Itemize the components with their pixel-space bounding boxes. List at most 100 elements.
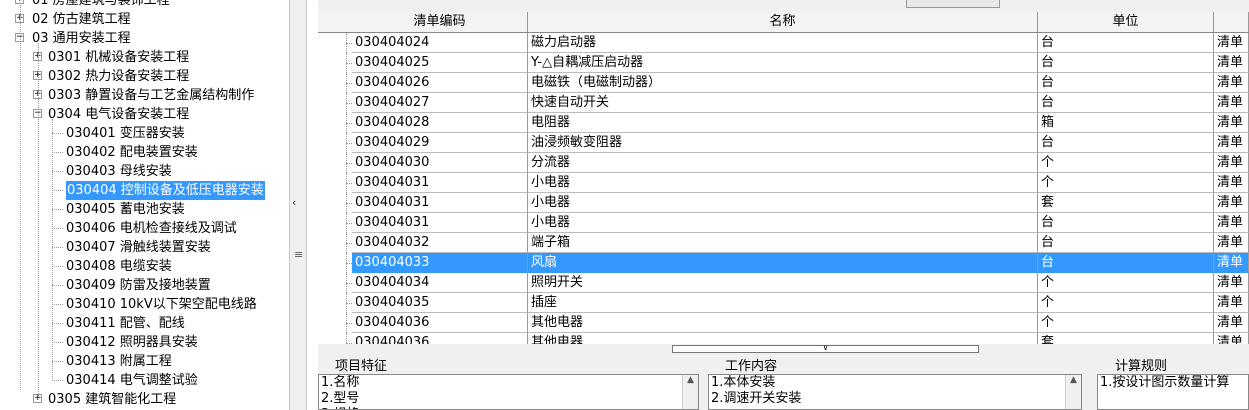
features-title: 项目特征: [335, 359, 388, 374]
tree-node[interactable]: +0305 建筑智能化工程: [0, 390, 289, 409]
tree-node[interactable]: +0303 静置设备与工艺金属结构制作: [0, 86, 289, 105]
tree-connector: [52, 228, 63, 229]
cell-name: 照明开关: [528, 273, 1038, 293]
tree-guide: [52, 119, 53, 381]
panel-toggle[interactable]: ∨: [672, 344, 979, 353]
grip-icon[interactable]: ≡: [294, 248, 303, 261]
cell-unit: 个: [1038, 173, 1214, 193]
cell-unit: 个: [1038, 313, 1214, 333]
row-connector: [318, 113, 352, 133]
table-row[interactable]: 030404035 插座个清单: [318, 293, 1249, 313]
tree-connector: [52, 323, 63, 324]
collapse-left-icon[interactable]: ‹: [292, 196, 296, 209]
table-row[interactable]: 030404031 小电器台清单: [318, 213, 1249, 233]
cell-code: 030404029: [352, 133, 528, 153]
cell-code: 030404036: [352, 313, 528, 333]
cell-name: 小电器: [528, 213, 1038, 233]
header-name[interactable]: 名称: [528, 12, 1038, 32]
table-row[interactable]: 030404034 照明开关个清单: [318, 273, 1249, 293]
scroll-up-icon[interactable]: ▲: [687, 375, 694, 385]
features-scrollbar[interactable]: ▲: [682, 375, 698, 409]
tree-node[interactable]: 030407 滑触线装置安装: [0, 238, 289, 257]
tree-node[interactable]: +0301 机械设备安装工程: [0, 48, 289, 67]
table-row[interactable]: 030404027 快速自动开关台清单: [318, 93, 1249, 113]
table-row[interactable]: 030404028 电阻器箱清单: [318, 113, 1249, 133]
tree-connector: [52, 304, 63, 305]
tree-node[interactable]: 030403 母线安装: [0, 162, 289, 181]
row-connector: [318, 173, 352, 193]
tree-node[interactable]: −0304 电气设备安装工程: [0, 105, 289, 124]
cell-type: 清单: [1214, 113, 1249, 133]
header-unit[interactable]: 单位: [1038, 12, 1214, 32]
work-title: 工作内容: [725, 359, 778, 374]
table-row[interactable]: 030404024 磁力启动器台清单: [318, 33, 1249, 53]
tree-node-label: 030404 控制设备及低压电器安装: [66, 181, 265, 200]
tree-node[interactable]: 030404 控制设备及低压电器安装: [0, 181, 289, 200]
cell-type: 清单: [1214, 213, 1249, 233]
table-row[interactable]: 030404031 小电器个清单: [318, 173, 1249, 193]
cell-code: 030404028: [352, 113, 528, 133]
cell-unit: 台: [1038, 253, 1214, 273]
work-box[interactable]: 1.本体安装 2.调速开关安装 ▲: [708, 374, 1082, 410]
panel-line: 2.调速开关安装: [711, 391, 802, 406]
table-row[interactable]: 030404030 分流器个清单: [318, 153, 1249, 173]
expand-icon[interactable]: +: [15, 0, 24, 4]
cell-type: 清单: [1214, 53, 1249, 73]
row-connector: [318, 153, 352, 173]
tree-connector: [52, 342, 63, 343]
table-row[interactable]: 030404036 其他电器套清单: [318, 333, 1249, 344]
tree-node[interactable]: −03 通用安装工程: [0, 29, 289, 48]
tree-node[interactable]: 030408 电缆安装: [0, 257, 289, 276]
table-row[interactable]: 030404036 其他电器个清单: [318, 313, 1249, 333]
tree-node[interactable]: +0302 热力设备安装工程: [0, 67, 289, 86]
table-row[interactable]: 030404029 油浸频敏变阻器台清单: [318, 133, 1249, 153]
tree-node[interactable]: 030411 配管、配线: [0, 314, 289, 333]
panel-line: 1.名称: [321, 375, 360, 390]
tree-node[interactable]: 030401 变压器安装: [0, 124, 289, 143]
toolbar-button[interactable]: [906, 0, 1000, 8]
tree-node-label: 030409 防雷及接地装置: [66, 278, 211, 293]
tree-connector: [52, 266, 63, 267]
tree-node[interactable]: 030405 蓄电池安装: [0, 200, 289, 219]
tree-node[interactable]: 030410 10kV以下架空配电线路: [0, 295, 289, 314]
grid-header: 清单编码 名称 单位: [318, 12, 1249, 33]
tree-node-label: 030411 配管、配线: [66, 316, 185, 331]
tree-node[interactable]: 030402 配电装置安装: [0, 143, 289, 162]
tree-node[interactable]: 030413 附属工程: [0, 352, 289, 371]
rules-box[interactable]: 1.按设计图示数量计算: [1097, 374, 1249, 410]
cell-unit: 台: [1038, 133, 1214, 153]
cell-type: 清单: [1214, 93, 1249, 113]
cell-type: 清单: [1214, 193, 1249, 213]
tree-connector: [52, 190, 63, 191]
table-row[interactable]: 030404032 端子箱台清单: [318, 233, 1249, 253]
tree-node[interactable]: +02 仿古建筑工程: [0, 10, 289, 29]
row-connector: [318, 273, 352, 293]
scroll-up-icon[interactable]: ▲: [1070, 375, 1077, 385]
tree-node-label: 01 房屋建筑与装饰工程: [32, 0, 170, 8]
tree-node[interactable]: 030409 防雷及接地装置: [0, 276, 289, 295]
tree-node-label: 030403 母线安装: [66, 164, 172, 179]
header-code[interactable]: 清单编码: [352, 12, 528, 32]
header-type[interactable]: [1214, 12, 1249, 32]
cell-code: 030404031: [352, 213, 528, 233]
row-connector: [318, 293, 352, 313]
cell-type: 清单: [1214, 233, 1249, 253]
splitter[interactable]: ‹ ≡: [289, 0, 307, 410]
cell-code: 030404030: [352, 153, 528, 173]
table-row[interactable]: 030404025 Y-△自耦减压启动器台清单: [318, 53, 1249, 73]
table-row[interactable]: 030404026 电磁铁（电磁制动器）台清单: [318, 73, 1249, 93]
table-row[interactable]: 030404031 小电器套清单: [318, 193, 1249, 213]
tree-node-label: 030410 10kV以下架空配电线路: [66, 297, 257, 312]
tree-node[interactable]: 030414 电气调整试验: [0, 371, 289, 390]
tree-node[interactable]: 030412 照明器具安装: [0, 333, 289, 352]
features-box[interactable]: 1.名称2.型号3.规格 ▲: [318, 374, 699, 410]
work-scrollbar[interactable]: ▲: [1065, 375, 1081, 409]
cell-type: 清单: [1214, 273, 1249, 293]
cell-name: 油浸频敏变阻器: [528, 133, 1038, 153]
tree-node[interactable]: 030406 电机检查接线及调试: [0, 219, 289, 238]
tree-node-label: 0303 静置设备与工艺金属结构制作: [48, 88, 255, 103]
cell-name: 快速自动开关: [528, 93, 1038, 113]
tree-node-label: 0304 电气设备安装工程: [48, 107, 190, 122]
tree-node[interactable]: +01 房屋建筑与装饰工程: [0, 0, 289, 10]
table-row[interactable]: 030404033 风扇台清单: [318, 253, 1249, 273]
